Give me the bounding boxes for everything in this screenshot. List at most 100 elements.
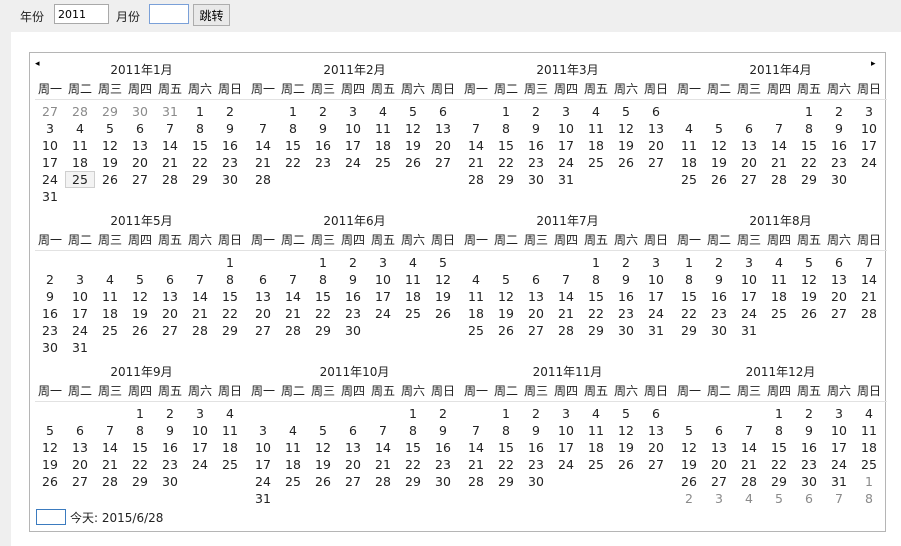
day-cell[interactable]: 18: [581, 137, 611, 154]
day-cell[interactable]: 19: [611, 137, 641, 154]
day-cell[interactable]: 12: [95, 137, 125, 154]
day-cell[interactable]: 10: [824, 422, 854, 439]
day-cell[interactable]: 4: [215, 405, 245, 422]
day-cell[interactable]: 9: [35, 288, 65, 305]
day-cell[interactable]: 6: [734, 120, 764, 137]
day-cell[interactable]: 25: [95, 322, 125, 339]
day-cell[interactable]: 1: [278, 103, 308, 120]
day-cell[interactable]: 21: [95, 456, 125, 473]
day-cell[interactable]: 27: [125, 171, 155, 188]
day-cell[interactable]: 4: [398, 254, 428, 271]
day-cell[interactable]: 16: [338, 288, 368, 305]
day-cell[interactable]: 20: [428, 137, 458, 154]
day-cell[interactable]: 13: [428, 120, 458, 137]
day-cell[interactable]: 8: [794, 120, 824, 137]
day-cell[interactable]: 23: [521, 154, 551, 171]
day-cell[interactable]: 11: [95, 288, 125, 305]
day-cell[interactable]: 27: [641, 456, 671, 473]
day-cell[interactable]: 24: [368, 305, 398, 322]
day-cell[interactable]: 12: [491, 288, 521, 305]
day-cell[interactable]: 14: [155, 137, 185, 154]
day-cell[interactable]: 21: [734, 456, 764, 473]
day-cell[interactable]: 12: [674, 439, 704, 456]
day-cell[interactable]: 4: [581, 103, 611, 120]
day-cell[interactable]: 17: [368, 288, 398, 305]
day-cell[interactable]: 7: [461, 422, 491, 439]
day-cell[interactable]: 25: [764, 305, 794, 322]
day-cell[interactable]: 24: [185, 456, 215, 473]
day-cell[interactable]: 11: [674, 137, 704, 154]
day-cell[interactable]: 1: [398, 405, 428, 422]
day-cell[interactable]: 24: [338, 154, 368, 171]
day-cell[interactable]: 18: [674, 154, 704, 171]
day-cell[interactable]: 17: [248, 456, 278, 473]
day-cell[interactable]: 15: [398, 439, 428, 456]
day-cell[interactable]: 7: [248, 120, 278, 137]
go-button[interactable]: 跳转: [193, 4, 230, 26]
day-cell[interactable]: 20: [641, 137, 671, 154]
day-cell[interactable]: 31: [248, 490, 278, 507]
day-cell[interactable]: 21: [278, 305, 308, 322]
day-cell[interactable]: 20: [824, 288, 854, 305]
day-cell[interactable]: 5: [611, 405, 641, 422]
day-cell[interactable]: 26: [125, 322, 155, 339]
day-cell[interactable]: 30: [35, 339, 65, 356]
day-cell[interactable]: 19: [125, 305, 155, 322]
day-cell[interactable]: 1: [674, 254, 704, 271]
day-cell[interactable]: 3: [35, 120, 65, 137]
day-cell[interactable]: 2: [155, 405, 185, 422]
day-cell[interactable]: 18: [65, 154, 95, 171]
today-label[interactable]: 今天: 2015/6/28: [70, 509, 163, 526]
day-cell[interactable]: 21: [764, 154, 794, 171]
day-cell[interactable]: 16: [155, 439, 185, 456]
day-cell[interactable]: 29: [674, 322, 704, 339]
day-cell[interactable]: 6: [125, 120, 155, 137]
day-cell[interactable]: 27: [704, 473, 734, 490]
day-cell[interactable]: 29: [491, 171, 521, 188]
other-month-day-cell[interactable]: 7: [824, 490, 854, 507]
day-cell[interactable]: 20: [641, 439, 671, 456]
day-cell[interactable]: 17: [734, 288, 764, 305]
day-cell[interactable]: 16: [428, 439, 458, 456]
day-cell[interactable]: 16: [611, 288, 641, 305]
other-month-day-cell[interactable]: 3: [704, 490, 734, 507]
day-cell[interactable]: 11: [854, 422, 884, 439]
day-cell[interactable]: 30: [521, 473, 551, 490]
day-cell[interactable]: 31: [551, 171, 581, 188]
day-cell[interactable]: 31: [824, 473, 854, 490]
day-cell[interactable]: 7: [734, 422, 764, 439]
day-cell[interactable]: 12: [125, 288, 155, 305]
day-cell[interactable]: 7: [854, 254, 884, 271]
day-cell[interactable]: 1: [581, 254, 611, 271]
day-cell[interactable]: 21: [461, 456, 491, 473]
day-cell[interactable]: 25: [278, 473, 308, 490]
day-cell[interactable]: 30: [611, 322, 641, 339]
day-cell[interactable]: 19: [704, 154, 734, 171]
day-cell[interactable]: 5: [308, 422, 338, 439]
day-cell[interactable]: 17: [551, 439, 581, 456]
other-month-day-cell[interactable]: 1: [854, 473, 884, 490]
day-cell[interactable]: 19: [35, 456, 65, 473]
day-cell[interactable]: 11: [764, 271, 794, 288]
other-month-day-cell[interactable]: 5: [764, 490, 794, 507]
day-cell[interactable]: 25: [398, 305, 428, 322]
day-cell[interactable]: 25: [368, 154, 398, 171]
day-cell[interactable]: 24: [641, 305, 671, 322]
day-cell[interactable]: 23: [704, 305, 734, 322]
day-cell[interactable]: 24: [551, 154, 581, 171]
day-cell[interactable]: 28: [734, 473, 764, 490]
day-cell[interactable]: 27: [65, 473, 95, 490]
day-cell[interactable]: 6: [521, 271, 551, 288]
day-cell[interactable]: 25: [461, 322, 491, 339]
day-cell[interactable]: 27: [248, 322, 278, 339]
day-cell[interactable]: 27: [521, 322, 551, 339]
day-cell[interactable]: 26: [611, 154, 641, 171]
day-cell[interactable]: 6: [248, 271, 278, 288]
day-cell[interactable]: 7: [368, 422, 398, 439]
day-cell[interactable]: 8: [581, 271, 611, 288]
day-cell[interactable]: 5: [611, 103, 641, 120]
year-input[interactable]: [54, 4, 109, 24]
day-cell[interactable]: 19: [428, 288, 458, 305]
day-cell[interactable]: 6: [338, 422, 368, 439]
day-cell[interactable]: 5: [125, 271, 155, 288]
